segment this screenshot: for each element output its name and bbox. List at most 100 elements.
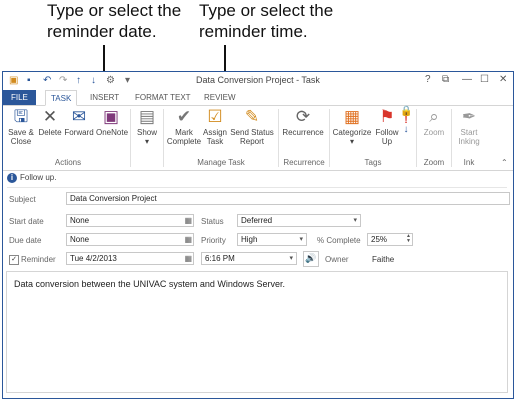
send-status-report-label: Send Status Report (230, 128, 274, 146)
reminder-sound-button[interactable]: 🔊 (303, 251, 319, 267)
percent-complete-spinner[interactable]: 25% ▲ ▼ (367, 233, 413, 246)
reminder-date-field[interactable]: Tue 4/2/2013 ▦ (66, 252, 194, 265)
window-title: Data Conversion Project - Task (196, 75, 320, 85)
priority-dropdown[interactable]: High ▾ (237, 233, 307, 246)
onenote-label: OneNote (96, 128, 129, 137)
recurrence-icon: ⟳ (295, 107, 311, 126)
info-icon: i (7, 173, 17, 183)
task-body-editor[interactable]: Data conversion between the UNIVAC syste… (6, 271, 508, 393)
follow-up-label: Follow Up (375, 128, 399, 146)
categorize-dropdown-icon: ▾ (349, 137, 354, 146)
maximize-button[interactable]: ☐ (480, 74, 489, 85)
percent-complete-label: % Complete (317, 236, 361, 245)
close-button[interactable]: ✕ (499, 74, 507, 85)
task-body-text: Data conversion between the UNIVAC syste… (14, 279, 285, 289)
mark-complete-label: Mark Complete (166, 128, 202, 146)
tab-review[interactable]: REVIEW (199, 90, 241, 105)
ribbon-tabs: FILE TASK INSERT FORMAT TEXT REVIEW (3, 90, 513, 106)
reminder-label: Reminder (21, 255, 56, 264)
assign-task-icon: ☑ (207, 107, 223, 126)
tab-format-text[interactable]: FORMAT TEXT (130, 90, 196, 105)
collapse-ribbon-icon[interactable]: ⌃ (501, 158, 508, 167)
chevron-down-icon: ▾ (289, 255, 293, 262)
follow-up-flag-icon: ⚑ (379, 107, 395, 126)
recurrence-label: Recurrence (282, 128, 324, 137)
send-status-report-button[interactable]: ✎ Send Status Report (229, 107, 275, 146)
due-date-value: None (70, 235, 90, 244)
checkmark-icon: ✔ (176, 107, 192, 126)
reminder-date-callout: Type or select the reminder date. (47, 1, 182, 41)
help-button[interactable]: ? (425, 74, 431, 85)
save-close-button[interactable]: 🖫 Save & Close (7, 107, 35, 146)
send-status-report-icon: ✎ (244, 107, 260, 126)
chevron-down-icon: ▾ (299, 236, 303, 243)
importance-low-icon: ↓ (403, 124, 409, 135)
group-label-zoom: Zoom (423, 158, 445, 167)
group-label-tags: Tags (364, 158, 382, 167)
show-dropdown-icon: ▾ (144, 137, 149, 146)
pen-icon: ✒ (461, 107, 477, 126)
due-date-field[interactable]: None ▦ (66, 233, 194, 246)
start-date-label: Start date (9, 217, 44, 226)
calendar-icon[interactable]: ▦ (184, 254, 192, 263)
save-close-label: Save & Close (8, 128, 34, 146)
onenote-button[interactable]: ▣ OneNote (96, 107, 129, 137)
assign-task-label: Assign Task (202, 128, 227, 146)
chevron-down-icon: ▾ (353, 217, 357, 224)
start-inking-button[interactable]: ✒ Start Inking (454, 107, 484, 146)
mark-complete-button[interactable]: ✔ Mark Complete (166, 107, 202, 146)
lock-private-button[interactable]: 🔒 ! ↓ (400, 107, 412, 135)
subject-field[interactable]: Data Conversion Project (66, 192, 510, 205)
reminder-date-value: Tue 4/2/2013 (70, 254, 117, 263)
delete-button[interactable]: ✕ Delete (37, 107, 63, 137)
show-label: Show (136, 128, 157, 137)
spinner-arrows-icon[interactable]: ▲ ▼ (406, 234, 411, 244)
subject-label: Subject (9, 195, 36, 204)
ribbon-separator (278, 109, 279, 167)
percent-complete-value: 25% (371, 235, 388, 244)
start-date-field[interactable]: None ▦ (66, 214, 194, 227)
start-date-value: None (70, 216, 90, 225)
ribbon-separator (329, 109, 330, 167)
forward-label: Forward (64, 128, 94, 137)
calendar-icon[interactable]: ▦ (184, 216, 192, 225)
zoom-icon: ⌕ (429, 107, 439, 126)
recurrence-button[interactable]: ⟳ Recurrence (280, 107, 326, 137)
group-label-actions: Actions (54, 158, 82, 167)
group-label-manage-task: Manage Task (197, 158, 245, 167)
due-date-label: Due date (9, 236, 42, 245)
group-label-ink: Ink (463, 158, 475, 167)
delete-icon: ✕ (42, 107, 58, 126)
infobar-separator (7, 187, 507, 188)
ribbon-display-button[interactable]: ⧉ (442, 74, 449, 85)
follow-up-infobar: i Follow up. (7, 173, 56, 183)
tab-task[interactable]: TASK (45, 90, 78, 106)
reminder-time-field[interactable]: 6:16 PM ▾ (201, 252, 297, 265)
zoom-button[interactable]: ⌕ Zoom (419, 107, 449, 137)
categorize-icon: ▦ (343, 107, 361, 126)
ribbon: 🖫 Save & Close ✕ Delete ✉ Forward ▣ OneN… (3, 106, 513, 171)
show-icon: ▤ (138, 107, 156, 126)
status-dropdown[interactable]: Deferred ▾ (237, 214, 361, 227)
reminder-checkbox[interactable]: ✓ (9, 255, 19, 265)
group-label-recurrence: Recurrence (283, 158, 325, 167)
priority-label: Priority (201, 236, 226, 245)
assign-task-button[interactable]: ☑ Assign Task (202, 107, 228, 146)
owner-label: Owner (325, 255, 349, 264)
onenote-icon: ▣ (102, 107, 120, 126)
start-inking-label: Start Inking (458, 128, 480, 146)
calendar-icon[interactable]: ▦ (184, 235, 192, 244)
owner-value: Faithe (372, 255, 395, 264)
forward-button[interactable]: ✉ Forward (64, 107, 94, 137)
priority-value: High (241, 235, 258, 244)
reminder-time-callout: Type or select the reminder time. (199, 1, 334, 41)
save-close-icon: 🖫 (13, 107, 29, 126)
task-window: ▣ ▪ ↶ ↷ ↑ ↓ ⚙ ▾ Data Conversion Project … (2, 71, 514, 399)
follow-up-button[interactable]: ⚑ Follow Up (373, 107, 401, 146)
tab-file[interactable]: FILE (3, 90, 36, 105)
show-button[interactable]: ▤ Show ▾ (134, 107, 160, 146)
tab-insert[interactable]: INSERT (85, 90, 124, 105)
title-bar: ▣ ▪ ↶ ↷ ↑ ↓ ⚙ ▾ Data Conversion Project … (3, 72, 513, 90)
categorize-button[interactable]: ▦ Categorize ▾ (331, 107, 373, 146)
minimize-button[interactable]: — (462, 74, 472, 85)
